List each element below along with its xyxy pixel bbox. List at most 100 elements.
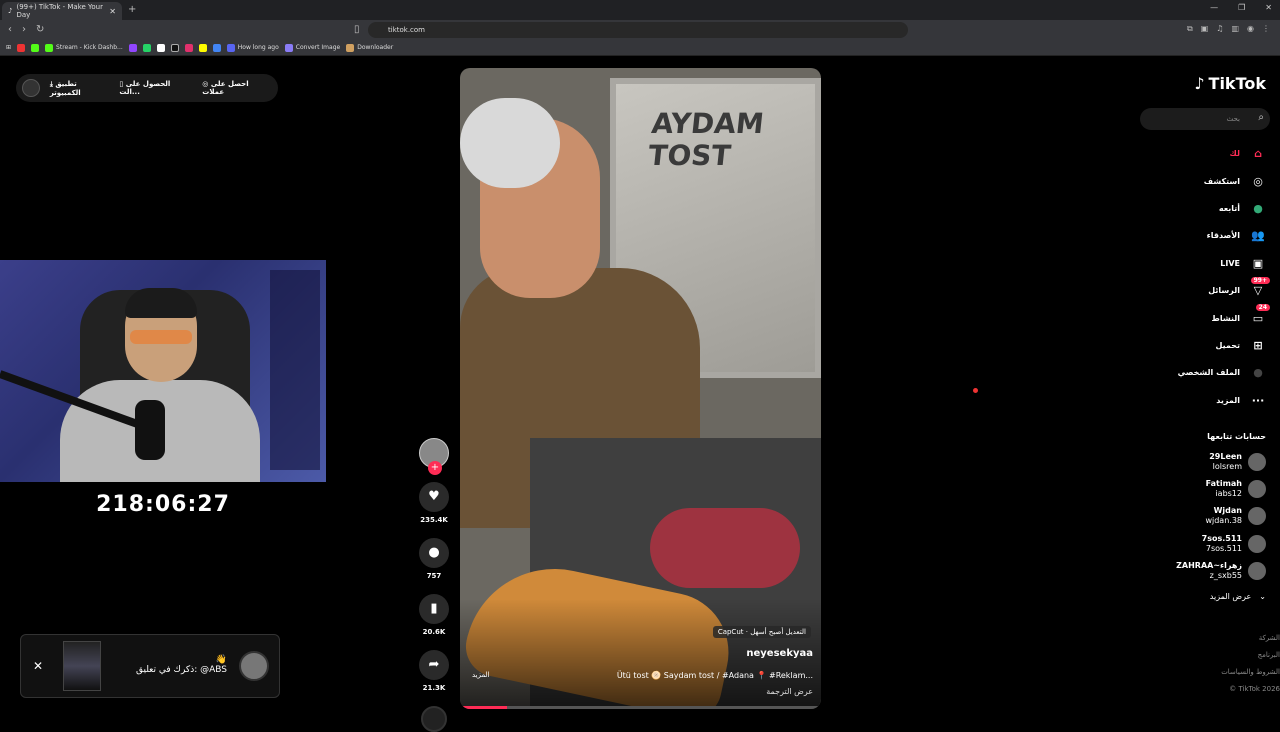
comment-icon[interactable]: ● bbox=[419, 538, 449, 568]
following-list: 29Leen lolsrem Fatimah iabs12 Wjdan wjdan.3… bbox=[1146, 448, 1266, 585]
sidebar-icon[interactable]: ▥ bbox=[1231, 24, 1239, 34]
mention-icon: 👋 bbox=[215, 655, 227, 665]
following-account[interactable]: Wjdan wjdan.38 bbox=[1146, 503, 1266, 530]
nav-live[interactable]: LIVE ▣ bbox=[1140, 250, 1266, 277]
more-dots-icon: ··· bbox=[1251, 393, 1265, 407]
nav-more[interactable]: المزيد ··· bbox=[1140, 387, 1266, 414]
save-count: 20.6K bbox=[422, 628, 446, 636]
like-heart-icon[interactable]: ♥ bbox=[419, 482, 449, 512]
address-toolbar: ‹ › ↻ ▯ tiktok.com ⧉ ▣ ♫ ▥ ◉ ⋮ bbox=[0, 20, 1280, 40]
avatar[interactable] bbox=[22, 79, 40, 97]
avatar bbox=[1248, 562, 1266, 581]
bookmark-item[interactable]: Stream - Kick Dashb... bbox=[45, 43, 123, 52]
search-icon[interactable]: ⌕ bbox=[1258, 112, 1264, 123]
extension-icon[interactable]: ▣ bbox=[1201, 24, 1209, 34]
caption-more-link[interactable]: المزيد bbox=[472, 671, 490, 679]
extension-icon[interactable]: ⧉ bbox=[1187, 24, 1193, 34]
bookmark-icon[interactable] bbox=[212, 43, 221, 52]
nav-messages[interactable]: الرسائل ▽ 99+ bbox=[1140, 276, 1270, 304]
chopped-meat bbox=[650, 508, 800, 588]
progress-fill bbox=[460, 706, 507, 709]
webcam-overlay bbox=[0, 260, 326, 482]
creator-avatar[interactable]: + bbox=[419, 438, 449, 475]
address-bar[interactable]: tiktok.com bbox=[368, 22, 908, 38]
capcut-badge[interactable]: CapCut · التعديل أصبح أسهل bbox=[712, 626, 811, 638]
streamer-hair bbox=[125, 288, 197, 318]
bookmark-save-icon[interactable]: ▮ bbox=[419, 594, 449, 624]
search-input[interactable]: بحث ⌕ bbox=[1140, 108, 1270, 130]
follow-plus-icon[interactable]: + bbox=[428, 461, 442, 475]
apps-icon[interactable]: ⊞ bbox=[6, 44, 11, 51]
nav-upload[interactable]: تحميل ⊞ bbox=[1140, 332, 1266, 359]
kick-bookmark-icon[interactable] bbox=[31, 43, 40, 52]
get-app-link[interactable]: ▯ الحصول على الت... bbox=[119, 80, 192, 96]
tiktok-note-icon: ♪ bbox=[1194, 74, 1205, 93]
bookmark-icon[interactable]: ▯ bbox=[354, 24, 360, 35]
desktop-app-link[interactable]: ⤓ تطبيق الكمبيوتر bbox=[50, 80, 110, 97]
nav-friends[interactable]: الأصدقاء 👥 bbox=[1140, 222, 1266, 249]
nav-profile[interactable]: الملف الشخصي ● bbox=[1140, 359, 1266, 386]
instagram-bookmark-icon[interactable] bbox=[184, 43, 193, 52]
forward-icon[interactable]: › bbox=[22, 24, 26, 35]
new-tab-icon[interactable]: + bbox=[128, 4, 136, 15]
close-window-icon[interactable]: ✕ bbox=[1265, 3, 1272, 12]
main-nav: لك ⌂ استكشف ◎ أتابعه ● الأصدقاء 👥 LIVE ▣ الرس… bbox=[1140, 140, 1270, 414]
video-author[interactable]: neyesekyaa bbox=[746, 648, 813, 659]
footer-link[interactable]: الشركة bbox=[1221, 630, 1280, 647]
tiktok-bookmark-icon[interactable] bbox=[170, 43, 179, 52]
avatar bbox=[1248, 534, 1266, 553]
messages-badge: 99+ bbox=[1250, 276, 1270, 284]
video-player[interactable]: AYDAM TOST CapCut · التعديل أصبح أسهل ne… bbox=[460, 68, 821, 709]
close-tab-icon[interactable]: ✕ bbox=[109, 7, 116, 16]
home-icon: ⌂ bbox=[1254, 147, 1262, 161]
bookmark-item[interactable]: How long ago bbox=[226, 43, 279, 52]
see-more-button[interactable]: عرض المزيد ⌄ bbox=[1210, 592, 1266, 601]
tiktok-logo[interactable]: ♪ TikTok bbox=[1194, 74, 1266, 93]
following-account[interactable]: Fatimah iabs12 bbox=[1146, 475, 1266, 502]
see-translation-link[interactable]: عرض الترجمة bbox=[766, 687, 813, 696]
nav-for-you[interactable]: لك ⌂ bbox=[1140, 140, 1266, 167]
reload-icon[interactable]: ↻ bbox=[36, 24, 44, 35]
back-icon[interactable]: ‹ bbox=[8, 24, 12, 35]
shelf bbox=[270, 270, 320, 470]
video-thumbnail[interactable] bbox=[63, 641, 101, 691]
notification-popup[interactable]: ✕ 👋 ذكرك في تعليق: @ABS bbox=[20, 634, 280, 698]
close-icon[interactable]: ✕ bbox=[33, 659, 43, 673]
nav-explore[interactable]: استكشف ◎ bbox=[1140, 167, 1266, 194]
nav-following[interactable]: أتابعه ● bbox=[1140, 195, 1266, 222]
get-app-bar: ⤓ تطبيق الكمبيوتر ▯ الحصول على الت... ◎ … bbox=[16, 74, 278, 102]
activity-icon: ▭ bbox=[1252, 311, 1264, 325]
minimize-icon[interactable]: — bbox=[1210, 3, 1218, 12]
tiktok-sidebar: ♪ TikTok بحث ⌕ لك ⌂ استكشف ◎ أتابعه ● الأصد… bbox=[1140, 60, 1280, 720]
get-coins-link[interactable]: ◎ احصل على عملات bbox=[202, 80, 272, 96]
video-progress-bar[interactable] bbox=[460, 706, 821, 709]
snapchat-bookmark-icon[interactable] bbox=[198, 43, 207, 52]
twitch-bookmark-icon[interactable] bbox=[128, 43, 137, 52]
following-avatar-icon: ● bbox=[1253, 201, 1263, 215]
avatar[interactable] bbox=[239, 651, 269, 681]
avatar bbox=[1248, 452, 1266, 471]
following-accounts-title: حسابات تتابعها bbox=[1207, 432, 1266, 441]
sidebar-footer: الشركة البرنامج الشروط والسياسات © TikTo… bbox=[1221, 630, 1280, 698]
restore-icon[interactable]: ❐ bbox=[1238, 3, 1245, 12]
whatsapp-bookmark-icon[interactable] bbox=[142, 43, 151, 52]
music-icon[interactable]: ♫ bbox=[1216, 24, 1223, 34]
upload-icon: ⊞ bbox=[1253, 338, 1263, 352]
stream-timer: 218:06:27 bbox=[96, 492, 230, 517]
following-account[interactable]: 7sos.511 7sos.511 bbox=[1146, 530, 1266, 557]
bookmark-item[interactable]: Downloader bbox=[346, 43, 393, 52]
nav-activity[interactable]: النشاط ▭ 24 bbox=[1140, 304, 1270, 331]
music-disc-icon[interactable] bbox=[421, 706, 447, 732]
bookmark-item[interactable]: Convert Image bbox=[284, 43, 340, 52]
share-arrow-icon[interactable]: ➦ bbox=[419, 650, 449, 680]
profile-icon[interactable]: ◉ bbox=[1247, 24, 1254, 34]
footer-link[interactable]: البرنامج bbox=[1221, 647, 1280, 664]
browser-tab[interactable]: ♪ (99+) TikTok - Make Your Day ✕ bbox=[2, 2, 122, 20]
following-account[interactable]: ZAHRAA~زهراء z_sxb55 bbox=[1146, 558, 1266, 585]
tab-title: (99+) TikTok - Make Your Day bbox=[16, 3, 103, 19]
menu-icon[interactable]: ⋮ bbox=[1262, 24, 1270, 34]
x-bookmark-icon[interactable] bbox=[156, 43, 165, 52]
following-account[interactable]: 29Leen lolsrem bbox=[1146, 448, 1266, 475]
footer-link[interactable]: الشروط والسياسات bbox=[1221, 664, 1280, 681]
youtube-bookmark-icon[interactable] bbox=[17, 43, 26, 52]
